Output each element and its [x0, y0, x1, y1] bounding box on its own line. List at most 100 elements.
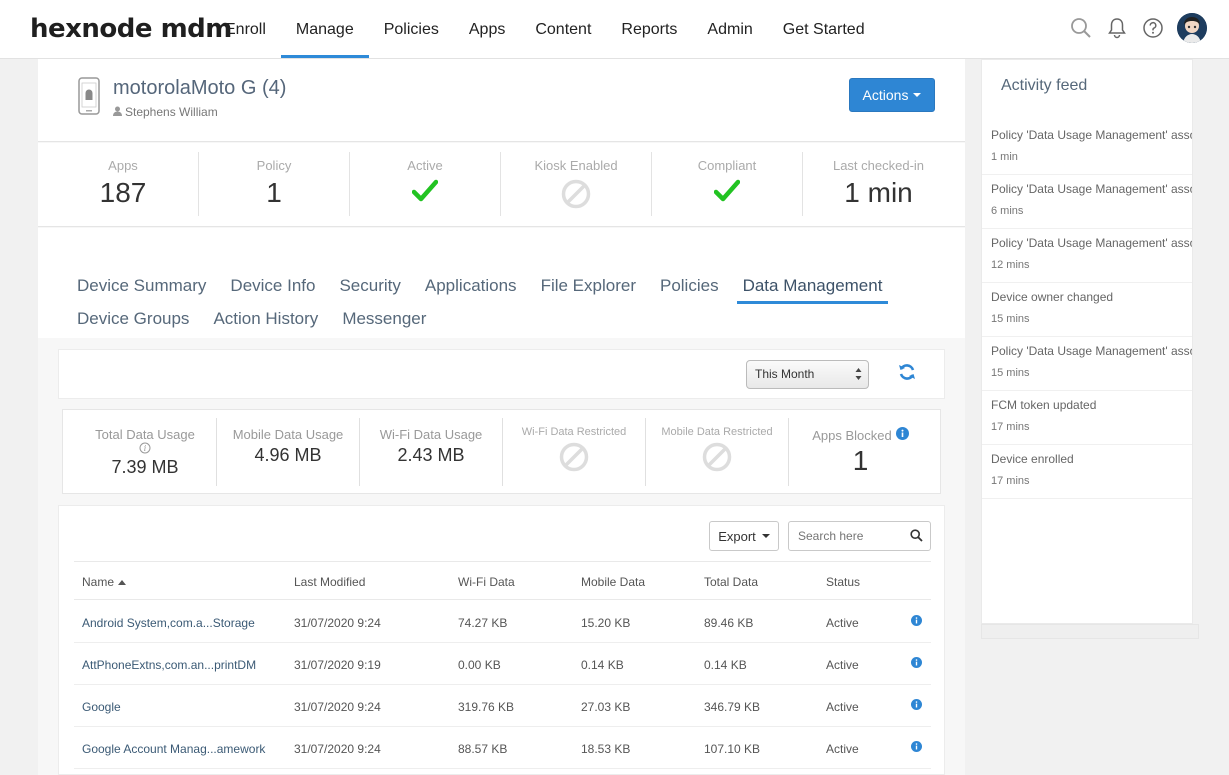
cell-mobile-data: 15.20 KB	[581, 616, 631, 630]
cell-mobile-data: 0.14 KB	[581, 658, 624, 672]
device-owner-name: Stephens William	[125, 105, 218, 119]
feed-item[interactable]: Device owner changed 15 mins	[982, 283, 1192, 337]
feed-item-text: Device enrolled	[991, 452, 1074, 466]
cell-last-modified: 31/07/2020 9:24	[294, 700, 381, 714]
cell-last-modified: 31/07/2020 9:19	[294, 658, 381, 672]
nav-apps[interactable]: Apps	[454, 0, 520, 58]
info-outline-icon[interactable]: i	[74, 442, 216, 454]
info-icon[interactable]	[911, 657, 922, 671]
actions-button[interactable]: Actions	[849, 78, 935, 112]
disabled-icon	[646, 442, 788, 472]
table-row: Google 31/07/2020 9:24 319.76 KB 27.03 K…	[74, 685, 931, 727]
info-icon[interactable]	[911, 699, 922, 713]
stat-value[interactable]: 1	[199, 177, 349, 209]
feed-item[interactable]: Device enrolled 17 mins	[982, 445, 1192, 499]
tab-action-history[interactable]: Action History	[207, 304, 324, 334]
activity-feed-scrollbar[interactable]	[981, 624, 1199, 639]
feed-item[interactable]: Policy 'Data Usage Management' assoc 6 m…	[982, 175, 1192, 229]
nav-content[interactable]: Content	[520, 0, 606, 58]
activity-feed-title: Activity feed	[1001, 77, 1088, 94]
tab-security[interactable]: Security	[333, 271, 406, 301]
feed-item[interactable]: Policy 'Data Usage Management' assoc 1 m…	[982, 121, 1192, 175]
tab-applications[interactable]: Applications	[419, 271, 523, 301]
usage-value: 2.43 MB	[397, 445, 465, 465]
cell-name[interactable]: Android System,com.a...Storage	[82, 616, 255, 630]
feed-item-time: 1 min	[991, 151, 1018, 163]
stat-label: Active	[407, 158, 443, 173]
android-phone-icon	[78, 77, 100, 120]
tab-messenger[interactable]: Messenger	[336, 304, 432, 334]
feed-item-time: 17 mins	[991, 421, 1030, 433]
nav-manage[interactable]: Manage	[280, 0, 369, 58]
search-icon[interactable]	[1069, 16, 1093, 40]
cell-wifi-data: 88.57 KB	[458, 742, 508, 756]
column-wifi-data[interactable]: Wi-Fi Data	[458, 575, 515, 589]
user-avatar[interactable]	[1177, 13, 1207, 43]
sort-ascending-icon	[118, 579, 127, 585]
usage-value[interactable]: 1	[789, 445, 932, 477]
feed-item[interactable]: Policy 'Data Usage Management' assoc 12 …	[982, 229, 1192, 283]
tab-policies[interactable]: Policies	[654, 271, 725, 301]
column-label: Name	[82, 575, 115, 589]
nav-policies[interactable]: Policies	[369, 0, 454, 58]
cell-wifi-data: 319.76 KB	[458, 700, 515, 714]
stat-value[interactable]: 187	[48, 177, 198, 209]
help-icon[interactable]	[1141, 16, 1165, 40]
cell-name[interactable]: AttPhoneExtns,com.an...printDM	[82, 658, 256, 672]
stat-compliant: Compliant	[652, 152, 803, 216]
cell-total-data: 0.14 KB	[704, 658, 747, 672]
nav-admin[interactable]: Admin	[692, 0, 767, 58]
info-icon[interactable]	[911, 741, 922, 755]
export-button[interactable]: Export	[709, 521, 779, 551]
period-select[interactable]: This Month	[746, 360, 869, 389]
usage-label-row: Apps Blocked	[789, 427, 932, 443]
cell-total-data: 107.10 KB	[704, 742, 761, 756]
nav-get-started[interactable]: Get Started	[768, 0, 880, 58]
stat-value: 1 min	[844, 177, 913, 208]
nav-reports[interactable]: Reports	[606, 0, 692, 58]
search-icon[interactable]	[910, 529, 923, 545]
usage-label: Mobile Data Usage	[232, 427, 344, 442]
column-total-data[interactable]: Total Data	[704, 575, 758, 589]
cell-status: Active	[826, 658, 859, 672]
tab-device-groups[interactable]: Device Groups	[71, 304, 195, 334]
usage-apps-blocked: Apps Blocked 1	[789, 418, 932, 486]
column-name[interactable]: Name	[82, 575, 127, 589]
period-select-value: This Month	[755, 367, 815, 381]
feed-item-time: 15 mins	[991, 367, 1030, 379]
cell-total-data: 346.79 KB	[704, 700, 761, 714]
brand-logo[interactable]: hexnode mdm	[30, 14, 232, 44]
cell-wifi-data: 0.00 KB	[458, 658, 501, 672]
tab-data-management[interactable]: Data Management	[736, 271, 889, 304]
search-input[interactable]	[789, 522, 899, 550]
nav-enroll[interactable]: Enroll	[210, 0, 281, 58]
column-mobile-data[interactable]: Mobile Data	[581, 575, 645, 589]
feed-item[interactable]: FCM token updated 17 mins	[982, 391, 1192, 445]
bell-icon[interactable]	[1105, 16, 1129, 40]
data-usage-table: Export Name Last Modified Wi-Fi Data Mob…	[58, 505, 945, 775]
cell-name[interactable]: Google Account Manag...amework	[82, 742, 265, 756]
cell-mobile-data: 27.03 KB	[581, 700, 631, 714]
refresh-icon[interactable]	[897, 362, 917, 387]
usage-label: Total Data Usage	[95, 427, 195, 442]
stat-label: Apps	[108, 158, 138, 173]
tab-file-explorer[interactable]: File Explorer	[535, 271, 642, 301]
actions-label: Actions	[862, 87, 909, 103]
feed-item[interactable]: Policy 'Data Usage Management' assoc 15 …	[982, 337, 1192, 391]
tab-device-info[interactable]: Device Info	[224, 271, 321, 301]
check-icon	[652, 179, 802, 203]
info-icon[interactable]	[911, 615, 922, 629]
usage-label: Wi-Fi Data Restricted	[521, 426, 627, 438]
cell-name[interactable]: Google	[82, 700, 121, 714]
table-row: Android System,com.a...Storage 31/07/202…	[74, 601, 931, 643]
column-status[interactable]: Status	[826, 575, 860, 589]
stat-active: Active	[350, 152, 501, 216]
tab-row-1: Device Summary Device Info Security Appl…	[71, 271, 900, 304]
tab-device-summary[interactable]: Device Summary	[71, 271, 212, 301]
user-icon	[113, 105, 122, 119]
stat-label: Kiosk Enabled	[534, 158, 618, 173]
cell-status: Active	[826, 616, 859, 630]
column-last-modified[interactable]: Last Modified	[294, 575, 365, 589]
info-icon[interactable]	[895, 427, 909, 443]
usage-label: Apps Blocked	[812, 427, 892, 443]
